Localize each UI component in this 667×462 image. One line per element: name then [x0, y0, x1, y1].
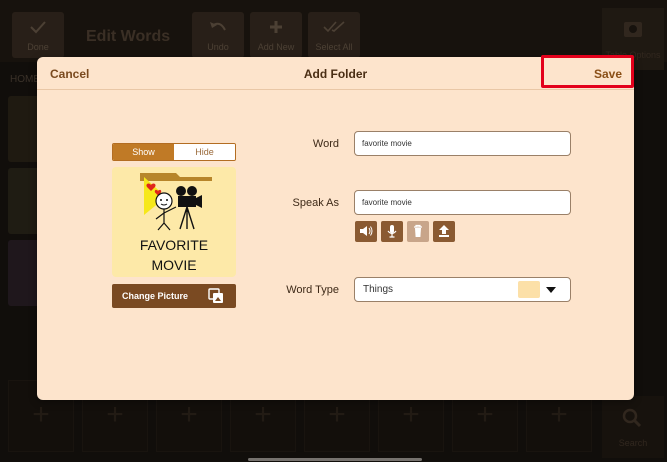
- dialog-header: Cancel Add Folder Save: [37, 57, 634, 90]
- word-type-select[interactable]: Things: [354, 277, 571, 302]
- speak-as-label: Speak As: [292, 197, 339, 209]
- picture-caption-line2: MOVIE: [151, 257, 197, 273]
- play-sound-button[interactable]: [355, 221, 377, 242]
- folder-picture[interactable]: FAVORITE MOVIE: [112, 167, 236, 277]
- picture-caption-line1: FAVORITE: [139, 237, 209, 253]
- hide-picture-option[interactable]: Hide: [174, 144, 235, 160]
- change-picture-label: Change Picture: [122, 291, 189, 301]
- word-type-value: Things: [363, 284, 394, 295]
- trash-icon: [414, 224, 422, 237]
- word-input[interactable]: favorite movie: [354, 131, 571, 156]
- show-picture-option[interactable]: Show: [113, 144, 174, 160]
- change-picture-button[interactable]: Change Picture: [112, 284, 236, 308]
- microphone-icon: [387, 225, 397, 238]
- upload-button[interactable]: [433, 221, 455, 242]
- favorite-movie-symbol: [140, 173, 212, 231]
- record-button[interactable]: [381, 221, 403, 242]
- dialog-title: Add Folder: [303, 67, 368, 81]
- word-type-label: Word Type: [286, 284, 339, 296]
- picture-library-icon: [208, 288, 223, 303]
- add-folder-dialog: Cancel Add Folder Save Show Hide FAVORIT…: [37, 57, 634, 400]
- upload-icon: [439, 225, 449, 237]
- speak-as-input[interactable]: favorite movie: [354, 190, 571, 215]
- speaker-icon: [360, 226, 373, 236]
- delete-recording-button[interactable]: [407, 221, 429, 242]
- word-type-color-swatch: [518, 281, 540, 298]
- word-label: Word: [312, 138, 339, 150]
- save-button[interactable]: Save: [594, 67, 622, 81]
- picture-visibility-toggle: Show Hide: [112, 143, 236, 161]
- chevron-down-icon: [546, 287, 556, 293]
